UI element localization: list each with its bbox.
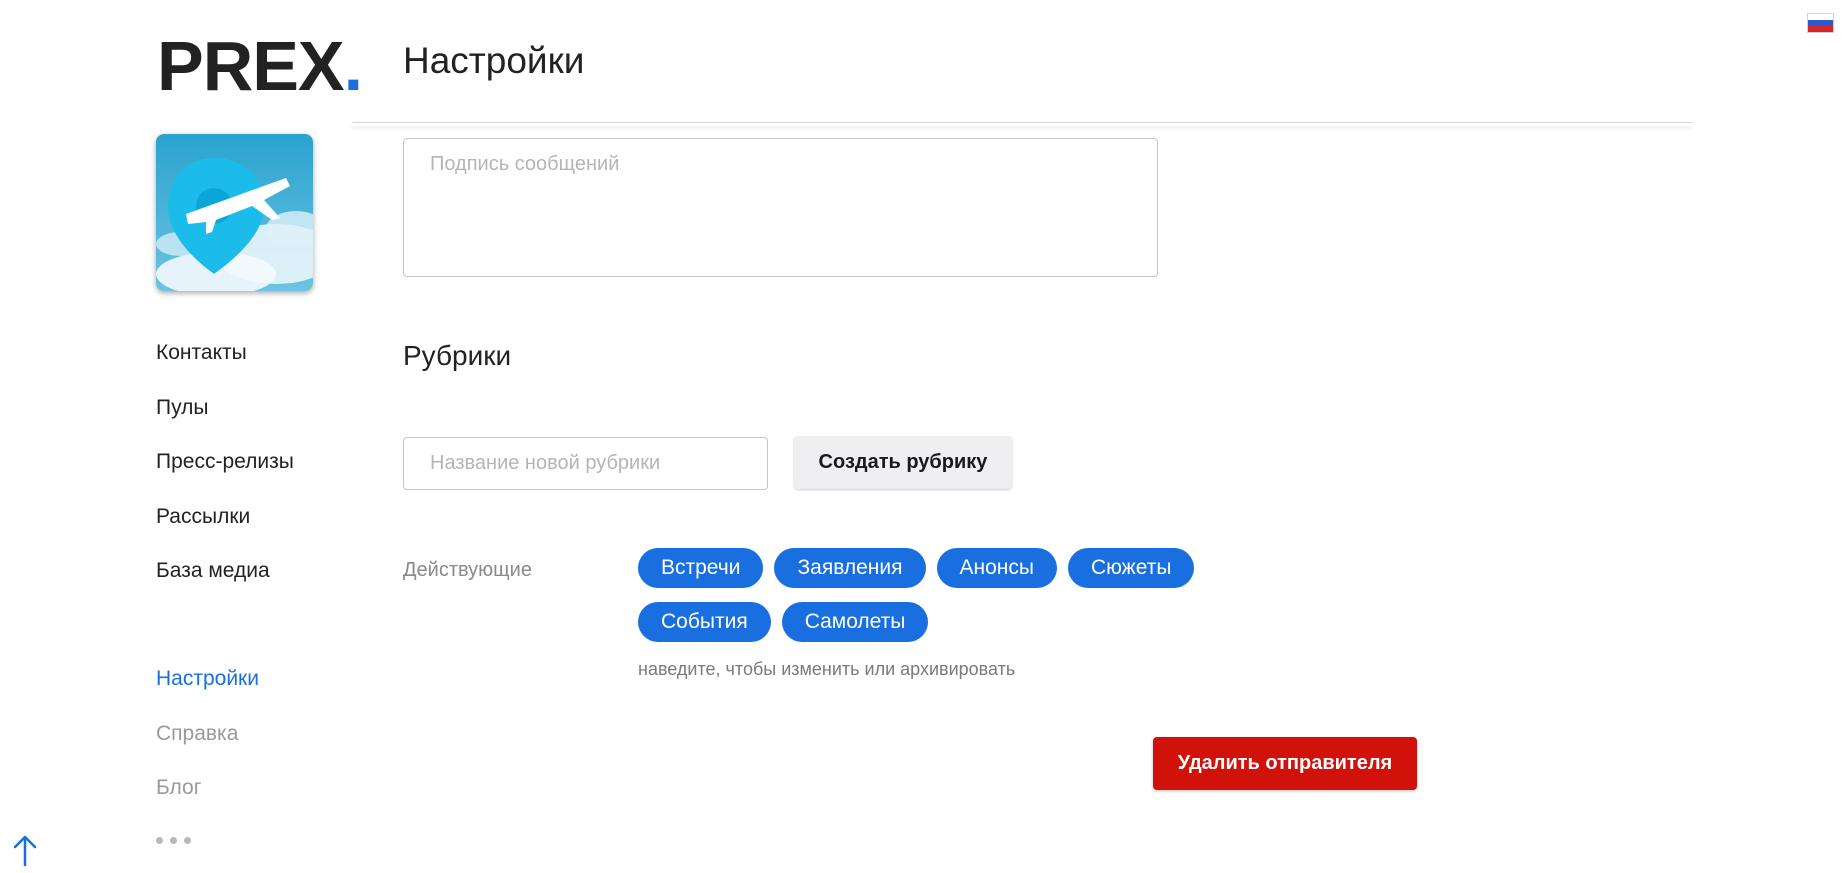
avatar[interactable] [156, 134, 313, 291]
categories-hint: наведите, чтобы изменить или архивироват… [638, 659, 1016, 679]
sidebar-item-settings[interactable]: Настройки [156, 666, 259, 692]
page-title: Настройки [403, 40, 585, 81]
dot [184, 837, 191, 844]
signature-textarea[interactable] [403, 138, 1158, 277]
sidebar-item-help[interactable]: Справка [156, 721, 238, 747]
plane-location-pin-icon [156, 134, 313, 291]
dot [156, 837, 163, 844]
delete-sender-button[interactable]: Удалить отправителя [1153, 737, 1417, 790]
header-divider [352, 122, 1692, 126]
sidebar-item-mailings[interactable]: Рассылки [156, 504, 250, 530]
category-tag[interactable]: Сюжеты [1068, 548, 1195, 588]
sidebar-item-contacts[interactable]: Контакты [156, 340, 247, 366]
category-tag[interactable]: Заявления [774, 548, 926, 588]
active-categories-label: Действующие [403, 559, 532, 581]
sidebar-item-press-releases[interactable]: Пресс-релизы [156, 449, 294, 475]
categories-heading: Рубрики [403, 340, 512, 371]
category-tags: Встречи Заявления Анонсы Сюжеты События … [638, 548, 1218, 642]
arrow-up-icon[interactable] [12, 833, 38, 867]
russian-flag-icon[interactable] [1807, 13, 1834, 33]
dot [170, 837, 177, 844]
new-category-input[interactable] [403, 437, 768, 490]
logo[interactable]: PREX. [157, 26, 363, 106]
sidebar-item-media-base[interactable]: База медиа [156, 558, 270, 584]
logo-dot: . [343, 27, 363, 105]
sidebar-item-blog[interactable]: Блог [156, 775, 201, 801]
category-tag[interactable]: Анонсы [936, 548, 1057, 588]
category-tag[interactable]: События [638, 602, 771, 642]
logo-text: PREX [157, 27, 345, 105]
create-category-button[interactable]: Создать рубрику [794, 436, 1012, 489]
category-tag[interactable]: Самолеты [781, 602, 929, 642]
category-tag[interactable]: Встречи [638, 548, 764, 588]
sidebar-item-pools[interactable]: Пулы [156, 395, 208, 421]
more-dots-icon[interactable] [156, 837, 191, 844]
